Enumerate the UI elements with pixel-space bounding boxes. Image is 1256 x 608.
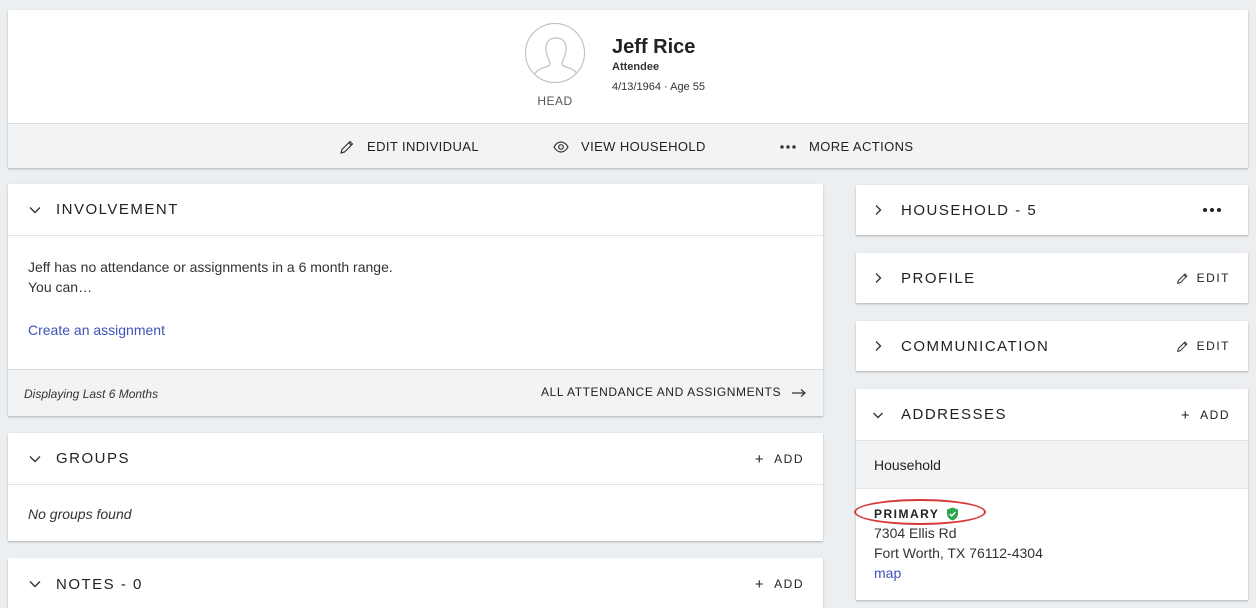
edit-individual-button[interactable]: EDIT INDIVIDUAL (339, 124, 479, 169)
pencil-icon (340, 140, 354, 154)
communication-title: COMMUNICATION (901, 337, 1050, 355)
person-header-card: HEAD Jeff Rice Attendee 4/13/1964 · Age … (8, 10, 1248, 168)
date-range-note: Displaying Last 6 Months (24, 387, 159, 401)
chevron-right-icon (875, 273, 882, 283)
person-birthdate-age: 4/13/1964 · Age 55 (612, 81, 705, 93)
arrow-right-icon (792, 388, 806, 397)
chevron-down-icon (873, 412, 883, 418)
household-header[interactable]: HOUSEHOLD - 5 (856, 185, 1248, 235)
groups-card: GROUPS + ADD No groups found (8, 433, 823, 541)
eye-icon (553, 140, 569, 153)
household-more-button[interactable] (1202, 185, 1230, 235)
plus-icon: + (754, 575, 766, 593)
involvement-title: INVOLVEMENT (56, 201, 179, 218)
add-group-button[interactable]: + ADD (755, 433, 804, 485)
addresses-title: ADDRESSES (901, 406, 1008, 423)
involvement-header[interactable]: INVOLVEMENT (8, 184, 823, 236)
chevron-down-icon (29, 206, 41, 213)
address-group-label: Household (856, 441, 1248, 489)
notes-card: NOTES - 0 + ADD (8, 558, 823, 608)
profile-title: PROFILE (901, 269, 976, 287)
involvement-message: Jeff has no attendance or assignments in… (28, 257, 393, 297)
chevron-right-icon (875, 205, 882, 215)
plus-icon: + (1180, 406, 1192, 424)
map-link[interactable]: map (874, 563, 1043, 583)
address-street: 7304 Ellis Rd (874, 525, 957, 541)
add-address-button[interactable]: + ADD (1181, 389, 1230, 441)
involvement-message-line: Jeff has no attendance or assignments in… (28, 259, 393, 275)
view-household-label: VIEW HOUSEHOLD (581, 139, 706, 154)
household-card: HOUSEHOLD - 5 (856, 185, 1248, 235)
add-address-label: ADD (1200, 408, 1230, 422)
involvement-message-line: You can… (28, 279, 93, 295)
involvement-card: INVOLVEMENT Jeff has no attendance or as… (8, 184, 823, 416)
add-note-label: ADD (774, 577, 804, 591)
avatar (525, 23, 585, 83)
all-attendance-label: ALL ATTENDANCE AND ASSIGNMENTS (541, 385, 782, 399)
all-attendance-link[interactable]: ALL ATTENDANCE AND ASSIGNMENTS (541, 385, 807, 399)
groups-title: GROUPS (56, 450, 131, 467)
groups-empty-message: No groups found (28, 506, 132, 522)
add-note-button[interactable]: + ADD (755, 558, 804, 608)
plus-icon: + (754, 450, 766, 468)
more-actions-label: MORE ACTIONS (809, 139, 914, 154)
person-silhouette-icon (532, 37, 580, 80)
pencil-icon (1176, 341, 1188, 352)
add-group-label: ADD (774, 452, 804, 466)
person-summary: HEAD Jeff Rice Attendee 4/13/1964 · Age … (8, 10, 1248, 123)
more-dots-icon (780, 144, 796, 149)
notes-title: NOTES - 0 (56, 575, 143, 593)
chevron-right-icon (875, 341, 882, 351)
person-status: Attendee (612, 61, 660, 73)
highlight-annotation (854, 499, 986, 525)
chevron-down-icon (29, 455, 41, 462)
header-action-bar: EDIT INDIVIDUAL VIEW HOUSEHOLD MORE ACTI… (8, 123, 1248, 168)
profile-card: PROFILE EDIT (856, 253, 1248, 303)
notes-header[interactable]: NOTES - 0 (8, 558, 823, 608)
person-name: Jeff Rice (612, 36, 696, 58)
household-title: HOUSEHOLD - 5 (901, 201, 1038, 219)
view-household-button[interactable]: VIEW HOUSEHOLD (553, 124, 706, 169)
edit-communication-label: EDIT (1196, 339, 1230, 353)
addresses-card: ADDRESSES + ADD Household PRIMARY 7304 E… (856, 389, 1248, 600)
create-assignment-link[interactable]: Create an assignment (28, 322, 165, 338)
edit-profile-button[interactable]: EDIT (1176, 253, 1230, 303)
pencil-icon (1176, 273, 1188, 284)
involvement-footer: Displaying Last 6 Months ALL ATTENDANCE … (8, 369, 823, 416)
household-role-label: HEAD (537, 94, 573, 108)
address-city-state-zip: Fort Worth, TX 76112-4304 (874, 545, 1043, 561)
edit-profile-label: EDIT (1196, 271, 1230, 285)
edit-communication-button[interactable]: EDIT (1176, 321, 1230, 371)
more-actions-button[interactable]: MORE ACTIONS (779, 124, 913, 169)
communication-card: COMMUNICATION EDIT (856, 321, 1248, 371)
chevron-down-icon (29, 581, 41, 588)
more-dots-icon (1203, 208, 1221, 212)
groups-header[interactable]: GROUPS (8, 433, 823, 485)
edit-individual-label: EDIT INDIVIDUAL (367, 139, 479, 154)
